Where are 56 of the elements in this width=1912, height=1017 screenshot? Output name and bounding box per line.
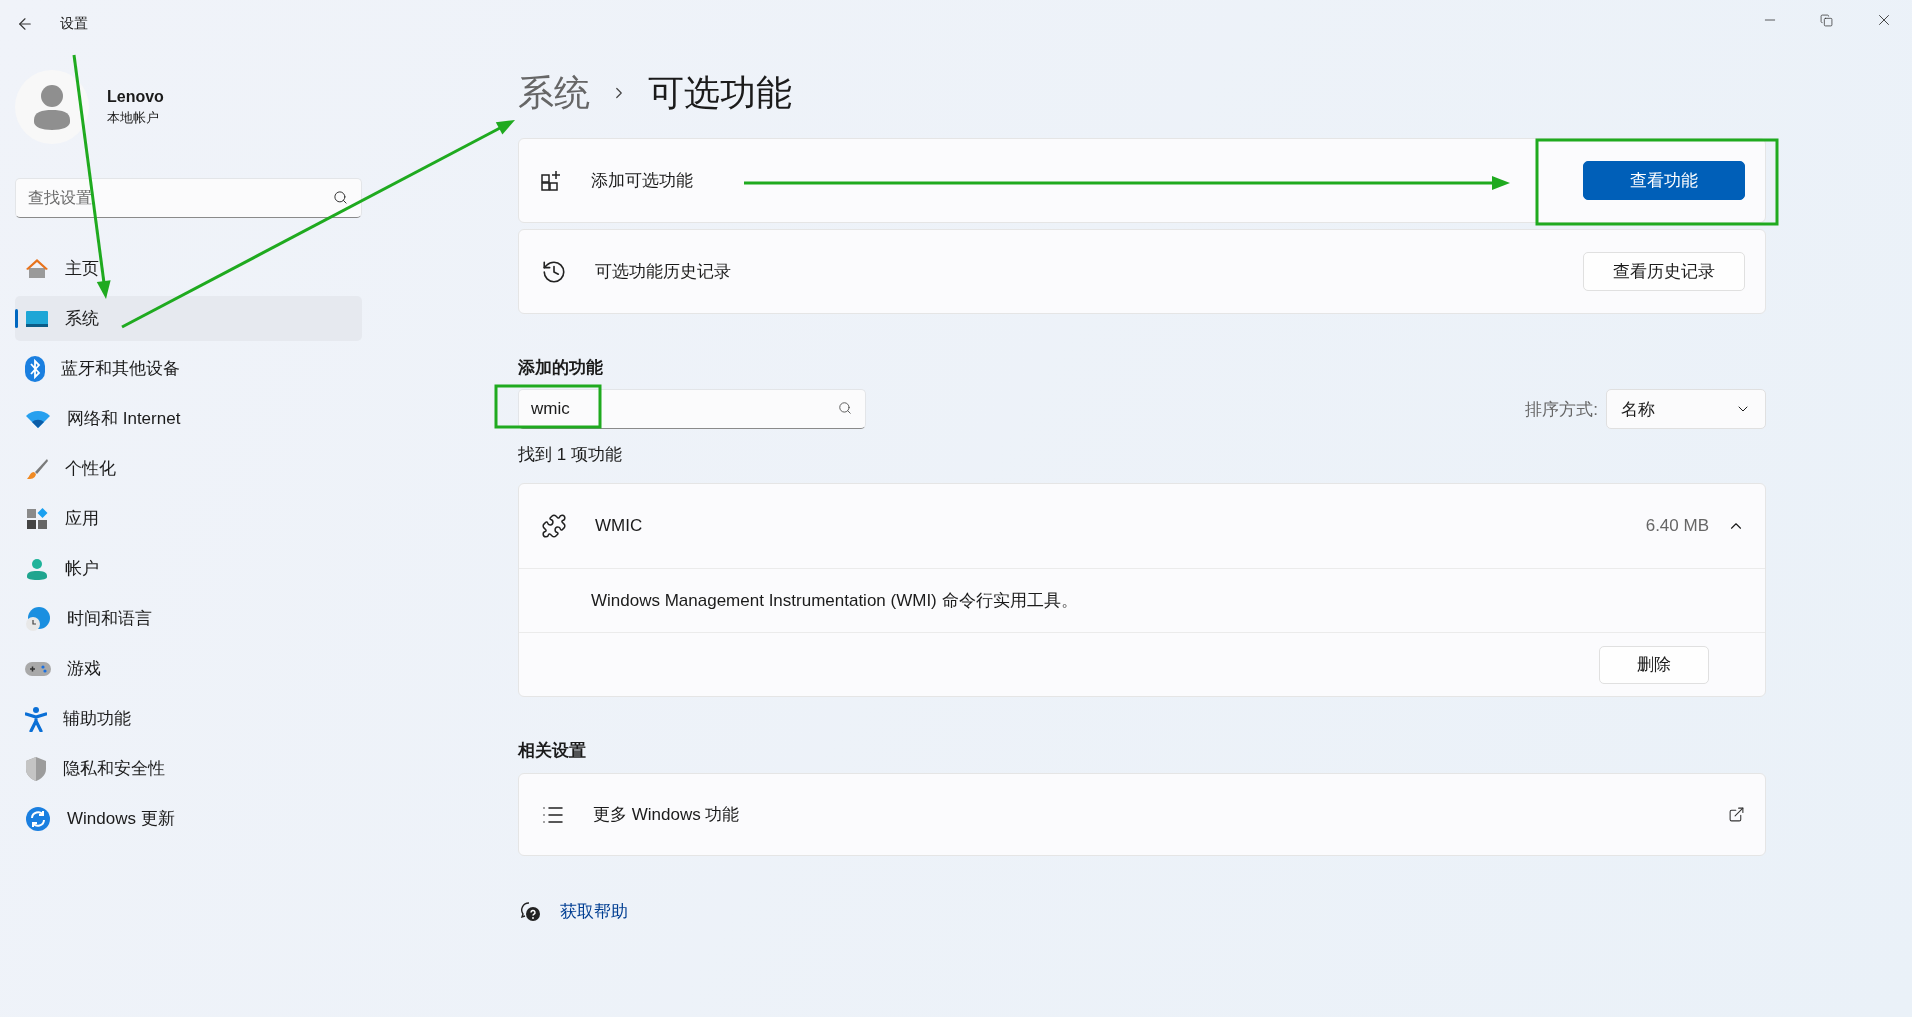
wifi-icon	[25, 408, 51, 429]
nav-item[interactable]: 辅助功能	[15, 696, 362, 741]
feature-description: Windows Management Instrumentation (WMI) 命令行实用工具。	[591, 590, 1078, 612]
nav-item[interactable]: 个性化	[15, 446, 362, 491]
nav-item[interactable]: Windows 更新	[15, 796, 362, 841]
bluetooth-icon	[25, 355, 45, 382]
shield-icon	[25, 755, 47, 782]
card-label: 更多 Windows 功能	[593, 804, 740, 826]
apps-icon	[25, 506, 49, 531]
card-label: 添加可选功能	[591, 170, 693, 192]
nav-item[interactable]: 应用	[15, 496, 362, 541]
window-title: 设置	[60, 15, 88, 33]
nav-item[interactable]: 隐私和安全性	[15, 746, 362, 791]
globe-clock-icon	[25, 605, 51, 632]
remove-button[interactable]: 删除	[1599, 645, 1709, 684]
help-link[interactable]: 获取帮助	[560, 900, 628, 923]
puzzle-icon	[541, 513, 567, 539]
sort-dropdown[interactable]: 名称	[1606, 389, 1766, 429]
accessibility-icon	[25, 705, 47, 732]
home-icon	[25, 256, 49, 281]
account-type: 本地帐户	[107, 108, 160, 127]
filter-field[interactable]: wmic	[518, 389, 866, 429]
refresh-icon	[25, 805, 51, 832]
person-icon	[25, 556, 49, 581]
card-label: 可选功能历史记录	[595, 261, 731, 283]
settings-card[interactable]: 更多 Windows 功能	[518, 773, 1766, 856]
sort-label: 排序方式:	[1525, 398, 1598, 421]
nav-item[interactable]: 帐户	[15, 546, 362, 591]
feature-size: 6.40 MB	[1645, 516, 1709, 536]
external-link-icon	[1728, 806, 1745, 823]
nav-item[interactable]: 主页	[15, 246, 362, 291]
section-heading: 添加的功能	[518, 357, 604, 379]
back-button[interactable]	[16, 15, 34, 33]
section-heading: 相关设置	[518, 740, 587, 762]
nav-item[interactable]: 游戏	[15, 646, 362, 691]
feature-name: WMIC	[595, 516, 643, 536]
nav-item[interactable]: 时间和语言	[15, 596, 362, 641]
grid-plus-icon	[541, 169, 563, 192]
search-field[interactable]: 查找设置	[15, 178, 362, 218]
nav-item[interactable]: 网络和 Internet	[15, 396, 362, 441]
search-icon	[838, 401, 852, 415]
secondary-button[interactable]: 查看历史记录	[1583, 252, 1745, 291]
user-name: Lenovo	[107, 87, 164, 106]
breadcrumb-link[interactable]: 系统	[518, 68, 590, 118]
result-count: 找到 1 项功能	[518, 444, 623, 466]
nav-item[interactable]: 系统	[15, 296, 362, 341]
search-icon	[333, 190, 348, 205]
help-icon	[520, 900, 542, 923]
restore-icon[interactable]	[1820, 13, 1833, 27]
gamepad-icon	[25, 659, 51, 678]
monitor-icon	[25, 308, 49, 329]
primary-button[interactable]: 查看功能	[1583, 161, 1745, 200]
history-icon	[541, 258, 567, 285]
feature-header[interactable]: WMIC 6.40 MB	[519, 484, 1765, 568]
page-title: 可选功能	[648, 70, 792, 115]
nav-item[interactable]: 蓝牙和其他设备	[15, 346, 362, 391]
